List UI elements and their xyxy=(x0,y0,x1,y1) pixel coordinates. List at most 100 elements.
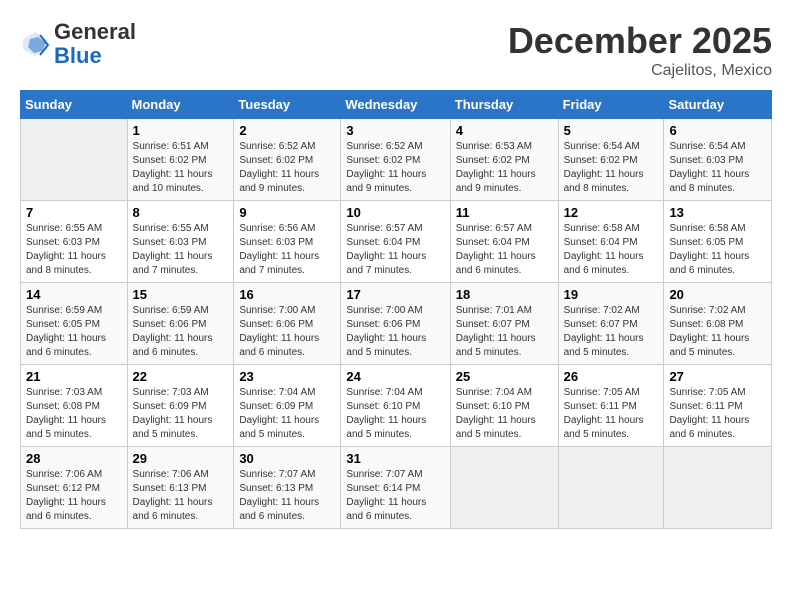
day-info: Sunrise: 7:00 AMSunset: 6:06 PMDaylight:… xyxy=(239,304,335,360)
calendar-table: SundayMondayTuesdayWednesdayThursdayFrid… xyxy=(20,90,772,529)
day-number: 22 xyxy=(133,369,229,384)
calendar-day-header: Thursday xyxy=(450,91,558,119)
day-info: Sunrise: 6:56 AMSunset: 6:03 PMDaylight:… xyxy=(239,222,335,278)
day-number: 15 xyxy=(133,287,229,302)
calendar-cell: 27 Sunrise: 7:05 AMSunset: 6:11 PMDayligh… xyxy=(664,365,772,447)
calendar-cell: 14Sunrise: 6:59 AMSunset: 6:05 PMDayligh… xyxy=(21,283,128,365)
calendar-cell: 15 Sunrise: 6:59 AMSunset: 6:06 PMDayligh… xyxy=(127,283,234,365)
calendar-week-row: 7 Sunrise: 6:55 AMSunset: 6:03 PMDaylight… xyxy=(21,201,772,283)
calendar-week-row: 21 Sunrise: 7:03 AMSunset: 6:08 PMDayligh… xyxy=(21,365,772,447)
calendar-week-row: 1Sunrise: 6:51 AMSunset: 6:02 PMDaylight… xyxy=(21,119,772,201)
day-number: 18 xyxy=(456,287,553,302)
day-number: 21 xyxy=(26,369,122,384)
day-number: 6 xyxy=(669,123,766,138)
calendar-cell xyxy=(558,447,664,529)
day-info: Sunrise: 7:04 AMSunset: 6:10 PMDaylight:… xyxy=(346,386,444,442)
calendar-cell: 20 Sunrise: 7:02 AMSunset: 6:08 PMDayligh… xyxy=(664,283,772,365)
day-number: 20 xyxy=(669,287,766,302)
day-number: 14 xyxy=(26,287,122,302)
calendar-cell: 10Sunrise: 6:57 AMSunset: 6:04 PMDayligh… xyxy=(341,201,450,283)
calendar-cell: 29 Sunrise: 7:06 AMSunset: 6:13 PMDayligh… xyxy=(127,447,234,529)
day-info: Sunrise: 7:02 AMSunset: 6:08 PMDaylight:… xyxy=(669,304,766,360)
day-number: 26 xyxy=(564,369,659,384)
day-number: 16 xyxy=(239,287,335,302)
day-info: Sunrise: 7:01 AMSunset: 6:07 PMDaylight:… xyxy=(456,304,553,360)
calendar-cell: 13 Sunrise: 6:58 AMSunset: 6:05 PMDayligh… xyxy=(664,201,772,283)
day-info: Sunrise: 6:58 AMSunset: 6:04 PMDaylight:… xyxy=(564,222,659,278)
calendar-cell: 2 Sunrise: 6:52 AMSunset: 6:02 PMDaylight… xyxy=(234,119,341,201)
calendar-cell: 18 Sunrise: 7:01 AMSunset: 6:07 PMDayligh… xyxy=(450,283,558,365)
day-number: 4 xyxy=(456,123,553,138)
day-info: Sunrise: 7:03 AMSunset: 6:08 PMDaylight:… xyxy=(26,386,122,442)
day-number: 17 xyxy=(346,287,444,302)
day-number: 29 xyxy=(133,451,229,466)
calendar-cell: 26Sunrise: 7:05 AMSunset: 6:11 PMDayligh… xyxy=(558,365,664,447)
calendar-cell: 24 Sunrise: 7:04 AMSunset: 6:10 PMDayligh… xyxy=(341,365,450,447)
calendar-cell: 11 Sunrise: 6:57 AMSunset: 6:04 PMDayligh… xyxy=(450,201,558,283)
day-info: Sunrise: 7:04 AMSunset: 6:09 PMDaylight:… xyxy=(239,386,335,442)
day-info: Sunrise: 6:57 AMSunset: 6:04 PMDaylight:… xyxy=(456,222,553,278)
day-number: 25 xyxy=(456,369,553,384)
calendar-cell: 6 Sunrise: 6:54 AMSunset: 6:03 PMDaylight… xyxy=(664,119,772,201)
calendar-cell: 22 Sunrise: 7:03 AMSunset: 6:09 PMDayligh… xyxy=(127,365,234,447)
day-number: 11 xyxy=(456,205,553,220)
day-info: Sunrise: 7:03 AMSunset: 6:09 PMDaylight:… xyxy=(133,386,229,442)
calendar-day-header: Monday xyxy=(127,91,234,119)
day-info: Sunrise: 7:06 AMSunset: 6:12 PMDaylight:… xyxy=(26,468,122,524)
page-header: General Blue December 2025 Cajelitos, Me… xyxy=(20,20,772,80)
day-number: 24 xyxy=(346,369,444,384)
day-info: Sunrise: 6:52 AMSunset: 6:02 PMDaylight:… xyxy=(346,140,444,196)
calendar-cell: 5Sunrise: 6:54 AMSunset: 6:02 PMDaylight… xyxy=(558,119,664,201)
day-info: Sunrise: 6:54 AMSunset: 6:03 PMDaylight:… xyxy=(669,140,766,196)
day-number: 19 xyxy=(564,287,659,302)
calendar-day-header: Friday xyxy=(558,91,664,119)
day-number: 13 xyxy=(669,205,766,220)
logo-blue-text: Blue xyxy=(54,44,136,68)
calendar-day-header: Saturday xyxy=(664,91,772,119)
logo: General Blue xyxy=(20,20,136,68)
calendar-cell: 8Sunrise: 6:55 AMSunset: 6:03 PMDaylight… xyxy=(127,201,234,283)
day-info: Sunrise: 6:51 AMSunset: 6:02 PMDaylight:… xyxy=(133,140,229,196)
day-info: Sunrise: 6:55 AMSunset: 6:03 PMDaylight:… xyxy=(26,222,122,278)
calendar-cell: 31Sunrise: 7:07 AMSunset: 6:14 PMDayligh… xyxy=(341,447,450,529)
day-number: 12 xyxy=(564,205,659,220)
calendar-cell: 7 Sunrise: 6:55 AMSunset: 6:03 PMDaylight… xyxy=(21,201,128,283)
day-info: Sunrise: 6:57 AMSunset: 6:04 PMDaylight:… xyxy=(346,222,444,278)
calendar-cell: 28 Sunrise: 7:06 AMSunset: 6:12 PMDayligh… xyxy=(21,447,128,529)
month-title: December 2025 xyxy=(508,20,772,62)
calendar-cell: 21 Sunrise: 7:03 AMSunset: 6:08 PMDayligh… xyxy=(21,365,128,447)
calendar-cell: 23 Sunrise: 7:04 AMSunset: 6:09 PMDayligh… xyxy=(234,365,341,447)
calendar-cell xyxy=(450,447,558,529)
day-info: Sunrise: 7:07 AMSunset: 6:13 PMDaylight:… xyxy=(239,468,335,524)
day-info: Sunrise: 6:53 AMSunset: 6:02 PMDaylight:… xyxy=(456,140,553,196)
calendar-cell xyxy=(21,119,128,201)
day-info: Sunrise: 7:04 AMSunset: 6:10 PMDaylight:… xyxy=(456,386,553,442)
day-info: Sunrise: 7:07 AMSunset: 6:14 PMDaylight:… xyxy=(346,468,444,524)
day-info: Sunrise: 6:58 AMSunset: 6:05 PMDaylight:… xyxy=(669,222,766,278)
day-number: 9 xyxy=(239,205,335,220)
logo-general-text: General xyxy=(54,20,136,44)
calendar-cell: 3Sunrise: 6:52 AMSunset: 6:02 PMDaylight… xyxy=(341,119,450,201)
calendar-week-row: 28 Sunrise: 7:06 AMSunset: 6:12 PMDayligh… xyxy=(21,447,772,529)
calendar-week-row: 14Sunrise: 6:59 AMSunset: 6:05 PMDayligh… xyxy=(21,283,772,365)
day-info: Sunrise: 7:06 AMSunset: 6:13 PMDaylight:… xyxy=(133,468,229,524)
day-info: Sunrise: 6:54 AMSunset: 6:02 PMDaylight:… xyxy=(564,140,659,196)
calendar-cell: 25 Sunrise: 7:04 AMSunset: 6:10 PMDayligh… xyxy=(450,365,558,447)
day-number: 28 xyxy=(26,451,122,466)
day-number: 8 xyxy=(133,205,229,220)
day-number: 7 xyxy=(26,205,122,220)
calendar-day-header: Sunday xyxy=(21,91,128,119)
day-number: 23 xyxy=(239,369,335,384)
calendar-cell: 19Sunrise: 7:02 AMSunset: 6:07 PMDayligh… xyxy=(558,283,664,365)
calendar-cell: 4 Sunrise: 6:53 AMSunset: 6:02 PMDaylight… xyxy=(450,119,558,201)
calendar-cell: 16 Sunrise: 7:00 AMSunset: 6:06 PMDayligh… xyxy=(234,283,341,365)
calendar-cell: 9 Sunrise: 6:56 AMSunset: 6:03 PMDaylight… xyxy=(234,201,341,283)
day-number: 2 xyxy=(239,123,335,138)
day-number: 27 xyxy=(669,369,766,384)
day-info: Sunrise: 6:52 AMSunset: 6:02 PMDaylight:… xyxy=(239,140,335,196)
calendar-cell: 12 Sunrise: 6:58 AMSunset: 6:04 PMDayligh… xyxy=(558,201,664,283)
day-info: Sunrise: 7:05 AMSunset: 6:11 PMDaylight:… xyxy=(669,386,766,442)
calendar-cell xyxy=(664,447,772,529)
day-info: Sunrise: 6:59 AMSunset: 6:06 PMDaylight:… xyxy=(133,304,229,360)
day-number: 30 xyxy=(239,451,335,466)
